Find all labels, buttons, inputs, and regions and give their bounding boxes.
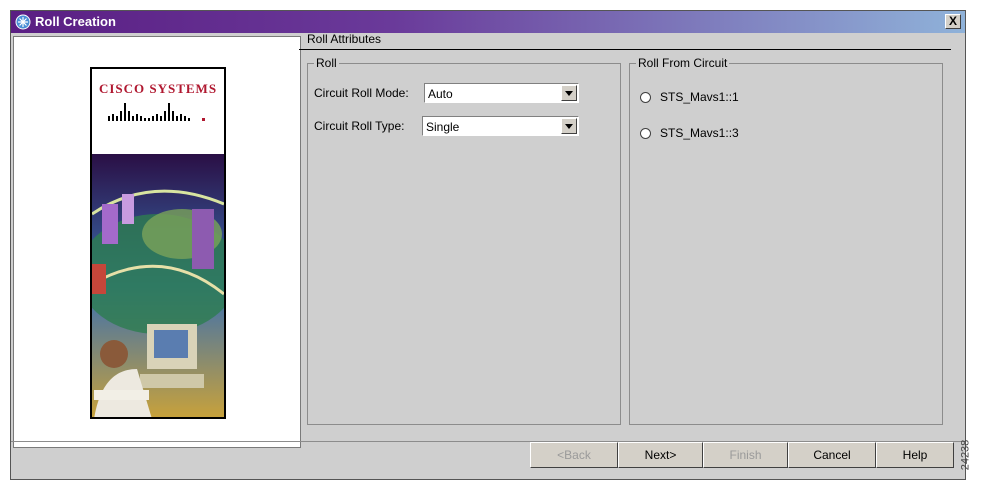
radio-button[interactable] xyxy=(640,128,651,139)
brand-logo-text: CISCO SYSTEMS xyxy=(98,81,218,96)
figure-number: 24238 xyxy=(959,433,982,481)
next-button[interactable]: Next> xyxy=(618,442,703,468)
next-button-label: Next> xyxy=(644,448,677,462)
chevron-down-icon[interactable] xyxy=(561,85,577,101)
roll-group: Roll Circuit Roll Mode: Auto Circuit Rol… xyxy=(307,56,621,425)
help-button-label: Help xyxy=(902,448,928,462)
back-button-label: <Back xyxy=(557,448,591,462)
finish-button-label: Finish xyxy=(729,448,762,462)
close-icon: X xyxy=(948,14,957,28)
cancel-button-label: Cancel xyxy=(813,448,851,462)
roll-from-circuit-group: Roll From Circuit STS_Mavs1::1 STS_Mavs1… xyxy=(629,56,943,425)
window-title: Roll Creation xyxy=(35,14,116,29)
chevron-down-icon[interactable] xyxy=(561,118,577,134)
circuit-roll-mode-select[interactable]: Auto xyxy=(424,83,579,103)
close-button[interactable]: X xyxy=(945,14,961,29)
circuit-roll-type-value: Single xyxy=(426,120,460,134)
roll-from-circuit-label: Roll From Circuit xyxy=(636,56,730,70)
wizard-image-panel: CISCO SYSTEMS xyxy=(13,36,301,448)
circuit-roll-type-label: Circuit Roll Type: xyxy=(314,119,405,133)
finish-button[interactable]: Finish xyxy=(703,442,788,468)
tab-label: Roll Attributes xyxy=(307,32,382,46)
circuit-roll-type-select[interactable]: Single xyxy=(422,116,579,136)
help-button[interactable]: Help xyxy=(876,442,954,468)
network-illustration xyxy=(92,154,224,417)
tab-roll-attributes: Roll Attributes xyxy=(299,29,951,50)
cisco-bars-logo xyxy=(108,103,205,121)
circuit-roll-mode-label: Circuit Roll Mode: xyxy=(314,86,409,100)
cisco-brand-image: CISCO SYSTEMS xyxy=(90,67,226,419)
circuit-option-label[interactable]: STS_Mavs1::3 xyxy=(660,126,739,140)
circuit-option-label[interactable]: STS_Mavs1::1 xyxy=(660,90,739,104)
back-button[interactable]: <Back xyxy=(530,442,618,468)
figure-number-text: 24238 xyxy=(959,439,972,471)
cancel-button[interactable]: Cancel xyxy=(788,442,876,468)
roll-group-label: Roll xyxy=(314,56,339,70)
roll-creation-dialog: Roll Creation X CISCO SYSTEMS Roll Attri… xyxy=(10,10,966,480)
radio-button[interactable] xyxy=(640,92,651,103)
circuit-roll-mode-value: Auto xyxy=(428,87,453,101)
app-icon xyxy=(15,14,31,30)
